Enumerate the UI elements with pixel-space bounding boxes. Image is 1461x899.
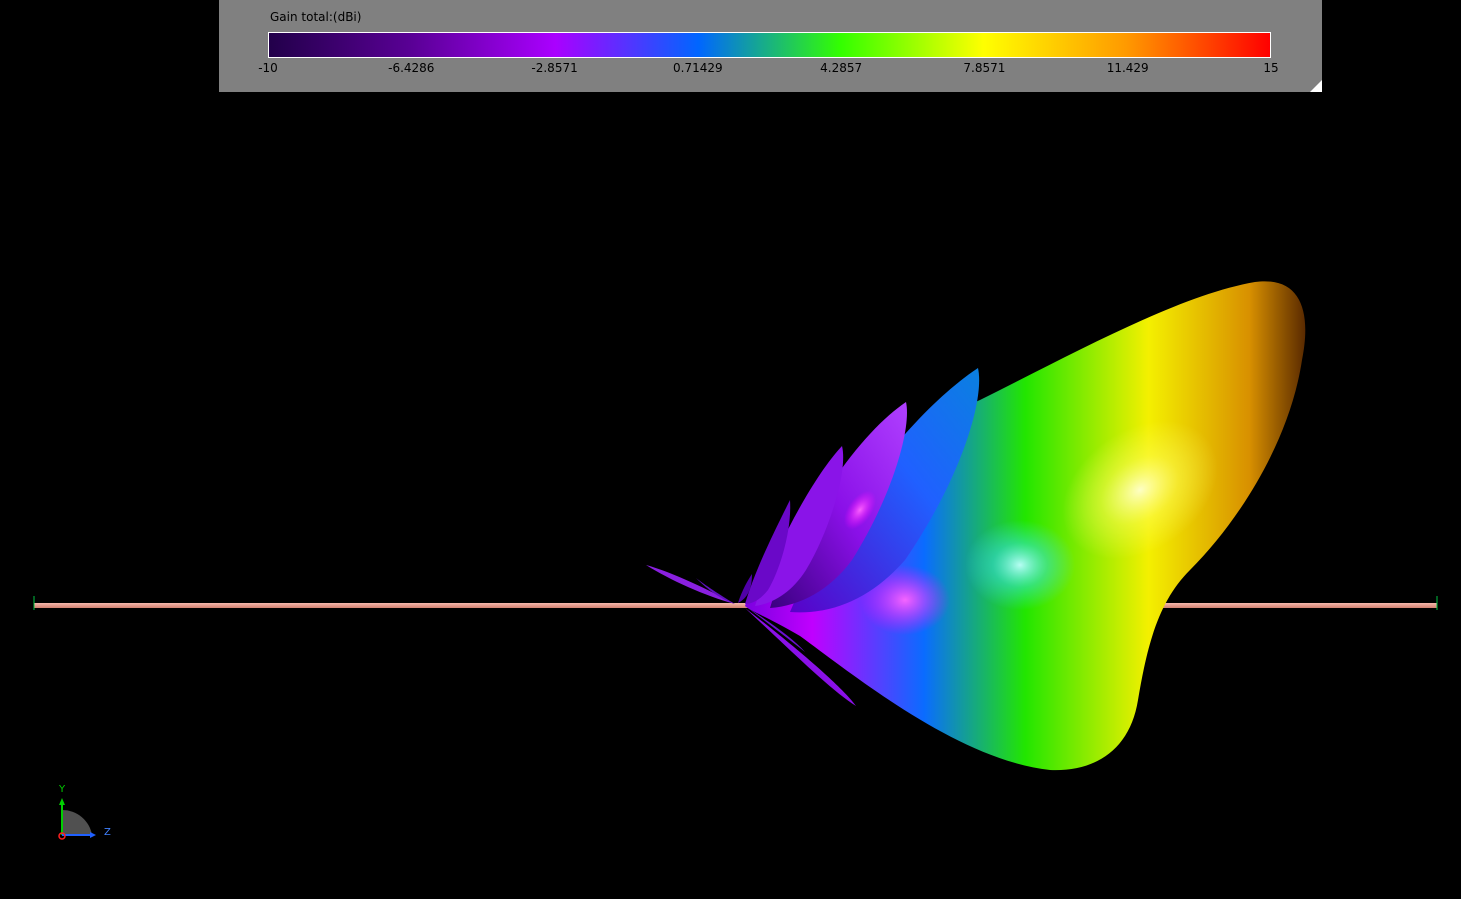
z-arrowhead-icon — [90, 832, 96, 838]
ground-plane — [33, 596, 1438, 610]
y-axis-label: Y — [58, 784, 66, 795]
3d-viewport[interactable]: Gain total:(dBi) -10 -6.4286 -2.8571 0.7142… — [0, 0, 1461, 899]
y-arrowhead-icon — [59, 798, 65, 805]
radiation-pattern-scene — [33, 281, 1438, 771]
axis-triad: Y Z — [58, 784, 111, 840]
triad-quadrant — [62, 809, 92, 835]
z-axis-label: Z — [104, 827, 111, 838]
